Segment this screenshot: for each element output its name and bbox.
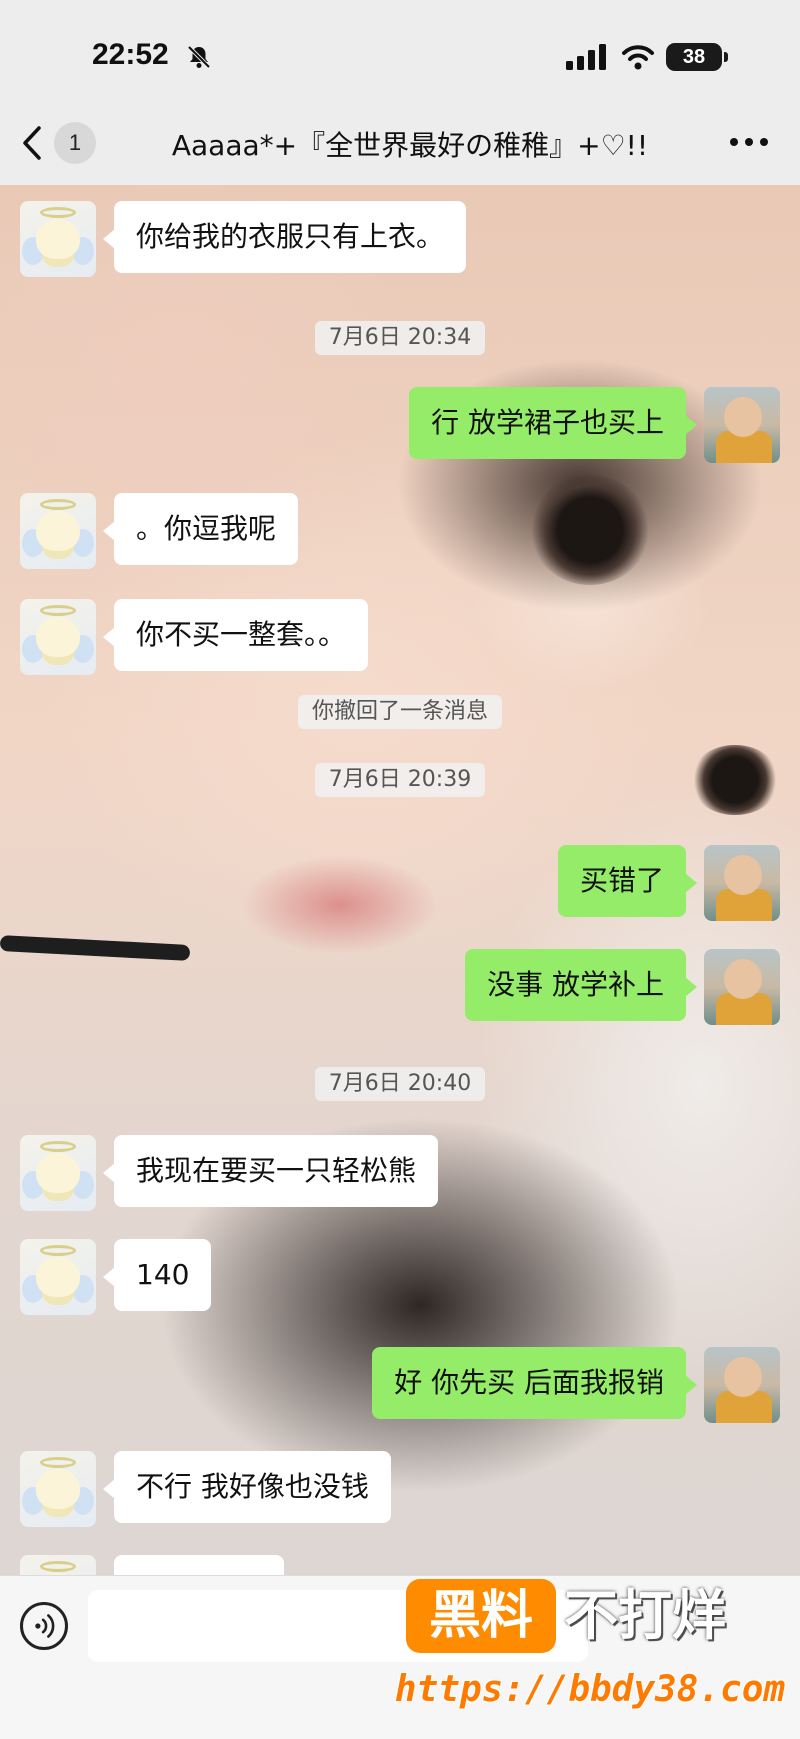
message-bubble[interactable]: 。你逗我呢 [102,493,299,565]
wifi-icon [622,45,654,70]
message-incoming: 。你逗我呢 [20,493,299,569]
more-icon[interactable] [726,130,772,154]
self-avatar[interactable] [704,387,780,463]
self-avatar[interactable] [704,1347,780,1423]
watermark-text: 不打烊 [564,1584,726,1647]
message-incoming: 140 [20,1239,212,1315]
watermark-url: https://bbdy38.com [394,1669,786,1710]
signal-icon [566,44,606,70]
back-button[interactable]: 1 [20,118,110,168]
message-bubble[interactable]: 140 [102,1239,212,1311]
timestamp-label: 7月6日 20:40 [314,1067,486,1101]
battery-icon: 38 [666,43,728,71]
contact-avatar[interactable] [20,599,96,675]
watermark-badge: 黑料 [406,1579,556,1653]
self-avatar[interactable] [704,845,780,921]
contact-avatar[interactable] [20,1451,96,1527]
status-time: 22:52 [92,38,169,71]
message-incoming: 你给我的衣服只有上衣。 [20,201,467,277]
bell-off-icon [187,45,211,69]
message-incoming: 我现在要买一只轻松熊 [20,1135,439,1211]
recall-notice: 你撤回了一条消息 [0,695,800,729]
timestamp: 7月6日 20:40 [0,1067,800,1101]
message-bubble[interactable]: 没事 放学补上 [465,949,697,1021]
contact-avatar[interactable] [20,201,96,277]
chevron-left-icon [23,126,41,160]
unread-count-badge: 1 [54,122,96,164]
message-list[interactable]: 你给我的衣服只有上衣。 7月6日 20:34 行 放学裙子也买上 。你逗我呢 你… [0,185,800,1631]
timestamp-label: 7月6日 20:39 [314,763,486,797]
contact-avatar[interactable] [20,1239,96,1315]
status-bar: 22:52 38 [0,0,800,100]
timestamp: 7月6日 20:39 [0,763,800,797]
contact-avatar[interactable] [20,1135,96,1211]
message-bubble[interactable]: 行 放学裙子也买上 [409,387,697,459]
chat-header: 1 Aaaaa*+『全世界最好の稚稚』+♡!! [0,100,800,185]
recall-notice-label: 你撤回了一条消息 [297,695,502,729]
timestamp: 7月6日 20:34 [0,321,800,355]
message-bubble[interactable]: 你不买一整套。。 [102,599,369,671]
chat-title: Aaaaa*+『全世界最好の稚稚』+♡!! [171,129,649,162]
message-outgoing: 没事 放学补上 [465,949,780,1025]
contact-avatar[interactable] [20,493,96,569]
voice-icon[interactable] [20,1602,68,1650]
message-bubble[interactable]: 买错了 [557,845,698,917]
message-outgoing: 买错了 [557,845,780,921]
message-outgoing: 行 放学裙子也买上 [409,387,780,463]
watermark: 黑料 不打烊 https://bbdy38.com [395,1575,800,1739]
message-bubble[interactable]: 你给我的衣服只有上衣。 [102,201,467,273]
message-bubble[interactable]: 不行 我好像也没钱 [103,1451,391,1523]
message-incoming: 你不买一整套。。 [20,599,369,675]
message-outgoing: 好 你先买 后面我报销 [372,1347,780,1423]
message-bubble[interactable]: 好 你先买 后面我报销 [372,1347,697,1419]
message-bubble[interactable]: 我现在要买一只轻松熊 [102,1135,439,1207]
self-avatar[interactable] [704,949,780,1025]
timestamp-label: 7月6日 20:34 [314,321,486,355]
message-incoming: 不行 我好像也没钱 [20,1451,391,1527]
